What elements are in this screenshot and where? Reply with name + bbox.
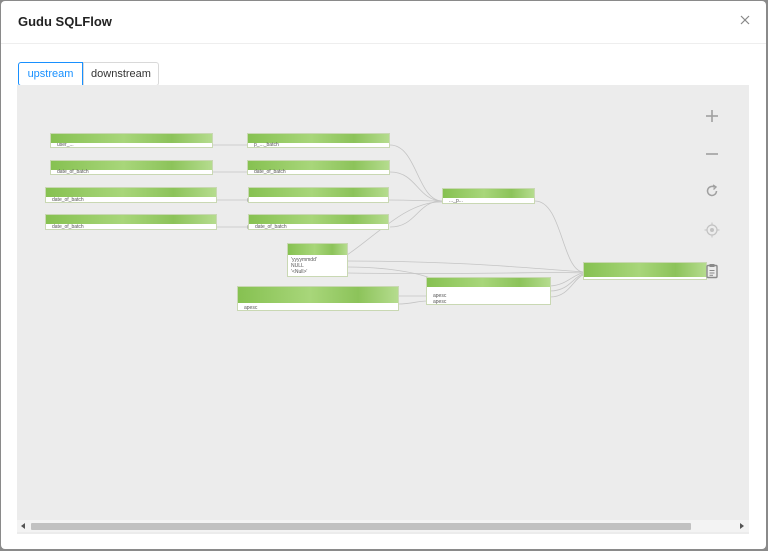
node-column: date_of_batch [255, 224, 287, 230]
close-icon [740, 15, 750, 25]
lineage-node[interactable]: ..._p... [442, 188, 535, 204]
node-column: date_of_batch [52, 224, 84, 230]
lineage-node[interactable]: p_..._batch [247, 133, 390, 148]
node-header [249, 188, 388, 197]
node-column: apesc [433, 299, 447, 305]
node-column: date_of_batch [57, 169, 89, 175]
zoom-out-button[interactable] [703, 145, 721, 163]
node-header [46, 215, 216, 224]
scroll-right-arrow-icon[interactable] [740, 523, 744, 529]
horizontal-scrollbar[interactable] [17, 520, 749, 532]
lineage-node[interactable]: date_of_batch [248, 214, 389, 230]
refresh-button[interactable] [703, 182, 721, 200]
node-header [51, 134, 212, 143]
lineage-node[interactable]: date_of_batch [50, 160, 213, 175]
node-column: ..._p... [449, 198, 463, 204]
scroll-left-arrow-icon[interactable] [21, 523, 25, 529]
scrollbar-thumb[interactable] [31, 523, 691, 530]
modal-title: Gudu SQLFlow [18, 14, 112, 29]
node-header [46, 188, 216, 197]
locate-icon [704, 222, 720, 238]
lineage-node[interactable]: 'yyyymmdd' NULL '<Null>' [287, 243, 348, 277]
modal-header: Gudu SQLFlow [1, 1, 766, 44]
lineage-node[interactable] [248, 187, 389, 203]
lineage-node[interactable]: date_of_batch [45, 187, 217, 203]
node-header [238, 287, 398, 303]
node-column: p_..._batch [254, 142, 279, 148]
lineage-node[interactable]: apesc [237, 286, 399, 311]
lineage-node[interactable]: user_... [50, 133, 213, 148]
locate-button[interactable] [703, 221, 721, 239]
clipboard-icon [706, 264, 718, 279]
refresh-icon [706, 184, 718, 197]
node-column: date_of_batch [52, 197, 84, 203]
node-header [584, 263, 706, 277]
zoom-in-button[interactable] [703, 107, 721, 125]
node-header [427, 278, 550, 287]
tab-upstream[interactable]: upstream [18, 62, 83, 86]
zoom-out-icon [706, 153, 718, 155]
lineage-canvas[interactable]: user_... date_of_batch date_of_batch dat… [17, 85, 749, 534]
lineage-node-target[interactable] [583, 262, 707, 280]
lineage-node[interactable]: date_of_batch [45, 214, 217, 230]
clipboard-button[interactable] [703, 262, 721, 280]
close-button[interactable] [737, 12, 753, 28]
tab-downstream[interactable]: downstream [83, 62, 159, 86]
node-column: apesc [244, 305, 258, 311]
lineage-node[interactable]: apesc apesc [426, 277, 551, 305]
node-header [443, 189, 534, 198]
node-column: '<Null>' [291, 269, 308, 275]
node-header [288, 244, 347, 255]
zoom-in-icon [706, 110, 718, 122]
node-column: user_... [57, 142, 74, 148]
lineage-node[interactable]: date_of_batch [247, 160, 390, 175]
node-column: date_of_batch [254, 169, 286, 175]
node-header [249, 215, 388, 224]
